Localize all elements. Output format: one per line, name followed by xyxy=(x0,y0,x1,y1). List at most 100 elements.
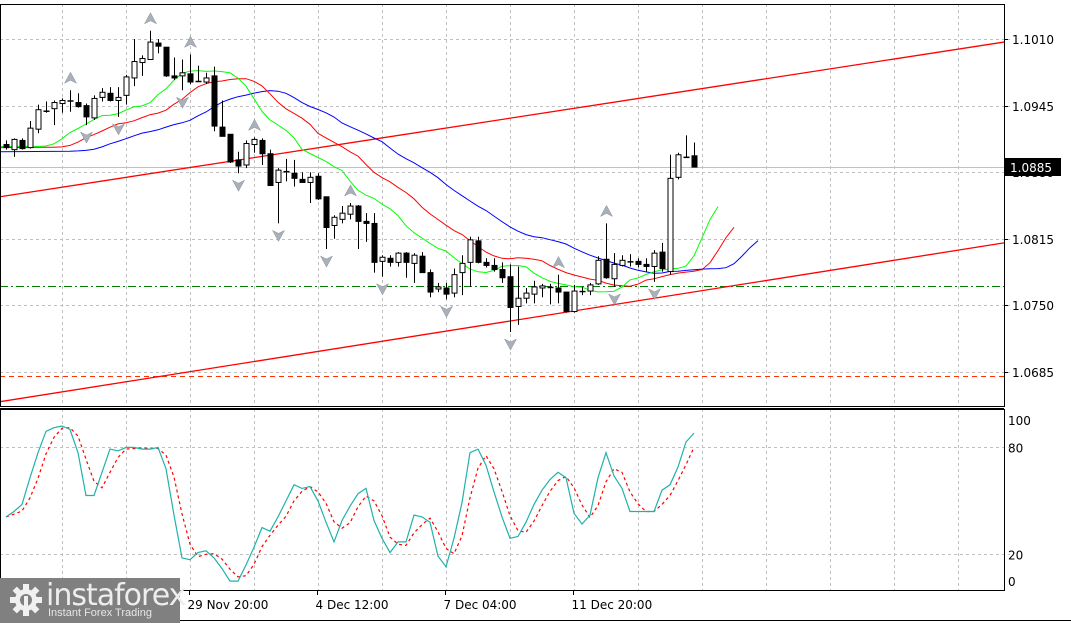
candle-body-bear xyxy=(491,264,498,271)
candle-body-bear xyxy=(659,251,666,270)
candle-body-bear xyxy=(3,144,10,149)
candle-body-bear xyxy=(171,75,178,79)
candle-body-bull xyxy=(347,205,354,215)
candle-body-bull xyxy=(123,76,130,96)
candle-body-bear xyxy=(475,240,482,263)
candle-body-bull xyxy=(539,285,546,289)
candle-body-bull xyxy=(131,61,138,79)
candle-body-bear xyxy=(155,42,162,47)
candle-body-bull xyxy=(667,177,674,273)
candle xyxy=(227,133,234,163)
candle-body-bear xyxy=(363,220,370,224)
candle-body-bear xyxy=(555,287,562,293)
candle-body-bear xyxy=(107,92,114,101)
logo-tagline: Instant Forex Trading xyxy=(48,607,152,619)
candle-body-bull xyxy=(59,99,66,105)
price-tick-label: 1.0945 xyxy=(1012,100,1054,114)
candle-body-bull xyxy=(523,292,530,299)
candle-body-bear xyxy=(259,139,266,155)
candle-body-bull xyxy=(331,216,338,226)
candle-body-bear xyxy=(235,159,242,167)
candle-body-bear xyxy=(75,102,82,108)
candle-body-bear xyxy=(19,139,26,150)
candle-body-bear xyxy=(483,261,490,266)
price-chart[interactable]: 1.10101.09451.08801.08151.07501.06851.08… xyxy=(0,0,1071,623)
price-tick-label: 1.0685 xyxy=(1012,366,1054,380)
candle-body-bull xyxy=(571,290,578,313)
gear-icon xyxy=(10,584,42,616)
candle-body-bull xyxy=(307,176,314,183)
stochastic-level-label: 100 xyxy=(1008,414,1031,428)
candle-body-bull xyxy=(611,263,618,280)
candle xyxy=(315,173,322,200)
candle xyxy=(563,291,570,313)
candle-body-bear xyxy=(499,269,506,279)
candle-body-bear xyxy=(227,133,234,163)
candle-body-bull xyxy=(435,286,442,290)
background xyxy=(0,0,1071,623)
candle-body-bull xyxy=(395,252,402,263)
candle-body-bear xyxy=(211,75,218,127)
candle-body-bear xyxy=(299,178,306,183)
candle-body-bear xyxy=(371,222,378,263)
price-tick-label: 1.0815 xyxy=(1012,233,1054,247)
candle-body-bull xyxy=(515,297,522,307)
candle-body-bear xyxy=(635,260,642,265)
candle xyxy=(19,138,26,150)
candle-body-bull xyxy=(275,169,282,183)
instaforex-logo: instaforex Instant Forex Trading xyxy=(0,578,186,623)
candle-body-bear xyxy=(219,126,226,137)
time-tick-label: 4 Dec 12:00 xyxy=(316,598,389,612)
candle xyxy=(163,46,170,77)
candle-body-bull xyxy=(379,256,386,262)
candle-body-bear xyxy=(387,257,394,263)
candle-body-bear xyxy=(267,153,274,187)
candle xyxy=(267,149,274,187)
time-tick-label: 7 Dec 04:00 xyxy=(444,598,517,612)
candle-body-bear xyxy=(187,73,194,83)
candle-body-bear xyxy=(355,205,362,222)
candle-body-bull xyxy=(619,259,626,266)
candle-body-bull xyxy=(11,138,18,151)
candle-body-bear xyxy=(443,287,450,295)
candle-body-bear xyxy=(603,258,610,279)
candle-body-bear xyxy=(507,276,514,308)
time-tick-label: 11 Dec 20:00 xyxy=(572,598,653,612)
price-tick-label: 1.0750 xyxy=(1012,299,1054,313)
candle-body-bull xyxy=(411,254,418,264)
candle xyxy=(211,66,218,132)
candle-body-bull xyxy=(531,286,538,295)
candle-body-bull xyxy=(35,109,42,130)
candle-body-bull xyxy=(139,57,146,64)
price-tick-label: 1.1010 xyxy=(1012,33,1054,47)
time-tick-label: 29 Nov 20:00 xyxy=(188,598,269,612)
candle-body-bear xyxy=(691,155,698,168)
stochastic-level-label: 0 xyxy=(1008,575,1016,589)
candle-body-bull xyxy=(91,97,98,119)
candle xyxy=(91,95,98,120)
candle-body-bull xyxy=(595,259,602,285)
current-price-label: 1.0885 xyxy=(1010,161,1052,175)
candle-body-bull xyxy=(675,154,682,178)
candle xyxy=(475,236,482,264)
candle-body-bull xyxy=(179,72,186,77)
candle-body-bull xyxy=(587,284,594,292)
candle-body-bull xyxy=(451,274,458,294)
candle-body-bull xyxy=(51,102,58,110)
candle-body-bull xyxy=(99,91,106,98)
candle-body-bear xyxy=(419,255,426,274)
candle-body-bear xyxy=(323,196,330,229)
candle-body-bull xyxy=(203,77,210,83)
candle-body-bull xyxy=(243,143,250,166)
candle-body-bull xyxy=(27,127,34,149)
candle-body-bear xyxy=(163,46,170,77)
candle xyxy=(243,140,250,169)
candle-body-bull xyxy=(339,212,346,220)
candle-body-bear xyxy=(315,175,322,200)
candle-body-bull xyxy=(251,138,258,146)
candle-body-bull xyxy=(651,252,658,267)
candle-body-bear xyxy=(427,272,434,293)
candle-body-bull xyxy=(459,262,466,274)
candle-body-bear xyxy=(643,263,650,267)
candle-body-bull xyxy=(115,96,122,101)
